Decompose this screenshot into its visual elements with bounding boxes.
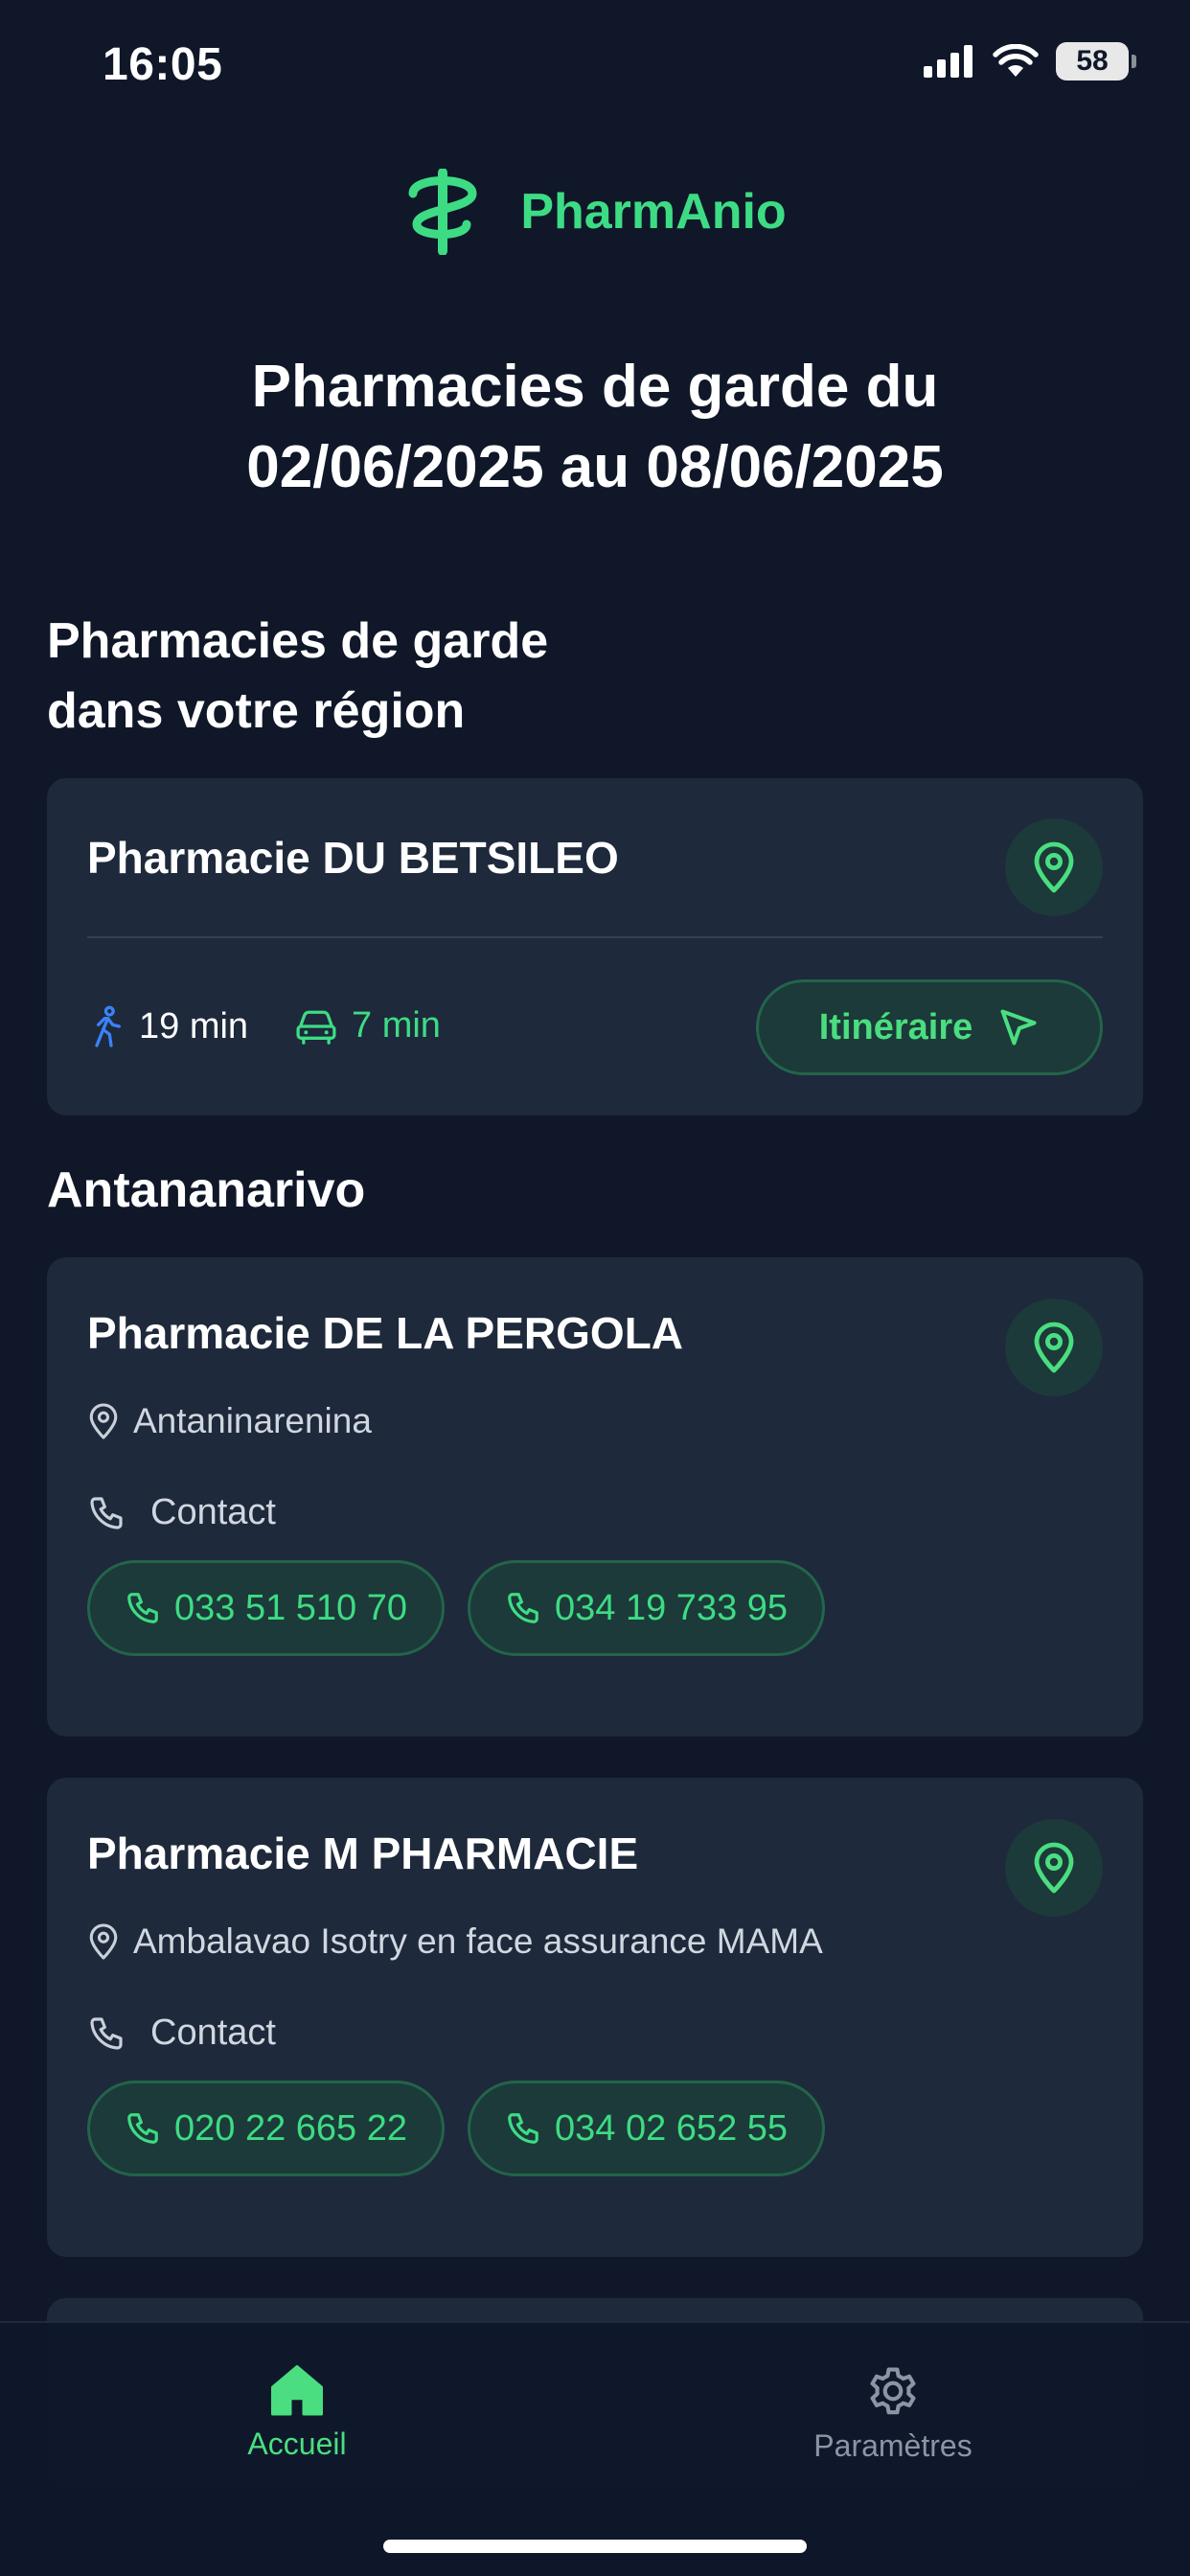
phone-button[interactable]: 033 51 510 70 xyxy=(87,1560,446,1656)
status-bar: 16:05 58 xyxy=(0,0,1190,125)
walking-person-icon xyxy=(95,1005,122,1047)
tab-settings[interactable]: Paramètres xyxy=(749,2361,1037,2464)
tab-home-label: Accueil xyxy=(247,2426,347,2461)
phone-number: 020 22 665 22 xyxy=(174,2107,408,2149)
phone-number: 034 19 733 95 xyxy=(555,1587,789,1628)
phone-icon xyxy=(508,1593,538,1623)
map-pin-button[interactable] xyxy=(1005,1819,1103,1917)
tab-bar: Accueil Paramètres xyxy=(0,2321,1190,2576)
page-title-line1: Pharmacies de garde du xyxy=(251,354,939,420)
itinerary-label: Itinéraire xyxy=(818,1006,973,1047)
phone-icon xyxy=(127,2113,158,2144)
city-section-title: Antananarivo xyxy=(47,1162,366,1218)
nearby-pharmacy-card[interactable]: Pharmacie DU BETSILEO 19 min 7 min Itiné… xyxy=(47,778,1143,1116)
phone-button[interactable]: 020 22 665 22 xyxy=(87,2081,446,2176)
itinerary-button[interactable]: Itinéraire xyxy=(756,979,1103,1075)
phone-button[interactable]: 034 19 733 95 xyxy=(468,1560,826,1656)
nearby-section-title-line1: Pharmacies de garde xyxy=(47,613,549,669)
tab-home[interactable]: Accueil xyxy=(153,2361,441,2462)
pharmacy-name: Pharmacie DE LA PERGOLA xyxy=(87,1308,684,1358)
status-time: 16:05 xyxy=(103,39,223,90)
pharmacy-name: Pharmacie M PHARMACIE xyxy=(87,1828,639,1878)
home-indicator xyxy=(383,2540,807,2553)
nearby-section-title: Pharmacies de garde dans votre région xyxy=(47,607,548,747)
walk-time-label: 19 min xyxy=(139,1005,249,1046)
map-pin-icon xyxy=(1034,1322,1074,1373)
phone-number: 033 51 510 70 xyxy=(174,1587,408,1628)
card-divider xyxy=(87,936,1103,938)
cellular-signal-icon xyxy=(924,45,973,78)
gear-icon xyxy=(870,2367,916,2415)
pharmacy-card[interactable]: Pharmacie DE LA PERGOLA Antaninarenina C… xyxy=(47,1257,1143,1736)
brand: PharmAnio xyxy=(0,169,1190,255)
location-pin-icon xyxy=(89,1403,118,1439)
phone-icon xyxy=(90,2016,123,2050)
walk-time: 19 min xyxy=(87,1005,248,1047)
page-title: Pharmacies de garde du 02/06/2025 au 08/… xyxy=(0,347,1190,508)
pharmacy-address: Ambalavao Isotry en face assurance MAMA xyxy=(87,1921,823,1962)
phone-icon xyxy=(127,1593,158,1623)
drive-time: 7 min xyxy=(294,1005,441,1046)
pharmacy-address-text: Ambalavao Isotry en face assurance MAMA xyxy=(133,1921,823,1961)
page-title-line2: 02/06/2025 au 08/06/2025 xyxy=(246,434,944,500)
wifi-icon xyxy=(993,44,1039,77)
map-pin-icon xyxy=(1034,1842,1074,1894)
battery-indicator: 58 xyxy=(1056,42,1136,80)
phone-icon xyxy=(508,2113,538,2144)
phone-number: 034 02 652 55 xyxy=(555,2107,789,2149)
app-name: PharmAnio xyxy=(520,184,787,240)
status-icons: 58 xyxy=(924,42,1136,80)
pharmacy-address-text: Antaninarenina xyxy=(133,1401,372,1440)
phone-button[interactable]: 034 02 652 55 xyxy=(468,2081,826,2176)
location-pin-icon xyxy=(89,1923,118,1960)
map-pin-button[interactable] xyxy=(1005,1299,1103,1396)
pharmacy-card[interactable]: Pharmacie M PHARMACIE Ambalavao Isotry e… xyxy=(47,1778,1143,2257)
navigation-arrow-icon xyxy=(1000,1009,1037,1046)
car-icon xyxy=(296,1010,336,1045)
phone-list: 033 51 510 70 034 19 733 95 xyxy=(87,1560,826,1656)
contact-label-row: Contact xyxy=(87,1492,276,1533)
contact-label: Contact xyxy=(150,1492,276,1532)
drive-time-label: 7 min xyxy=(352,1005,441,1046)
pharmacy-address: Antaninarenina xyxy=(87,1401,372,1441)
phone-icon xyxy=(90,1496,123,1530)
screen: 16:05 58 PharmAnio Pharmacies de garde d… xyxy=(0,0,1190,2576)
map-pin-icon xyxy=(1034,841,1074,893)
contact-label-row: Contact xyxy=(87,2012,276,2054)
home-icon xyxy=(271,2365,323,2416)
pharmacy-name: Pharmacie DU BETSILEO xyxy=(87,833,619,883)
map-pin-button[interactable] xyxy=(1005,818,1103,916)
contact-label: Contact xyxy=(150,2012,276,2053)
phone-list: 020 22 665 22 034 02 652 55 xyxy=(87,2081,826,2176)
caduceus-icon xyxy=(408,169,477,255)
tab-settings-label: Paramètres xyxy=(813,2428,973,2463)
nearby-section-title-line2: dans votre région xyxy=(47,683,466,739)
